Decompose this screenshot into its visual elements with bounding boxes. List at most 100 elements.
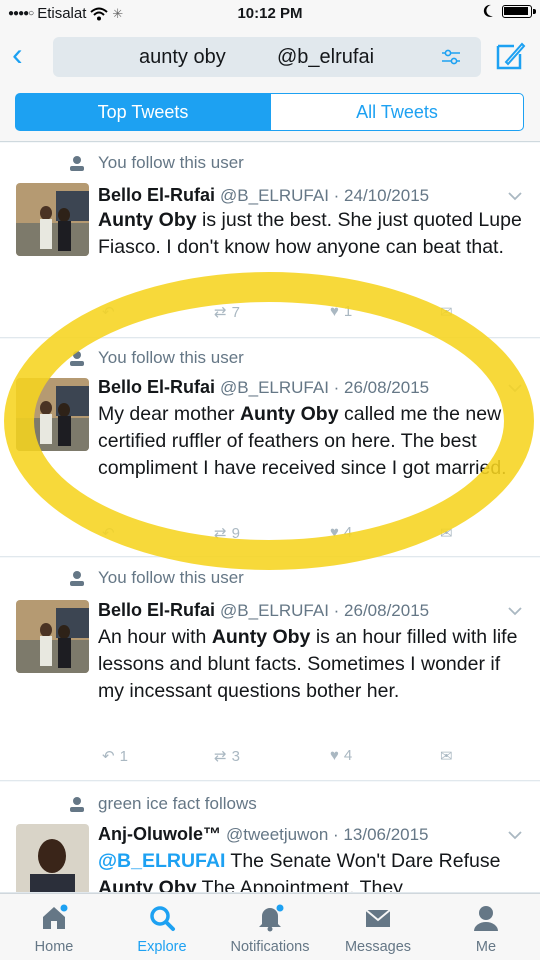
- chevron-down-icon[interactable]: [508, 383, 522, 393]
- retweet-count: 7: [231, 303, 240, 321]
- like-button[interactable]: ♥ 4: [330, 524, 352, 541]
- compose-icon[interactable]: [494, 40, 526, 72]
- tab-top-tweets[interactable]: Top Tweets: [15, 93, 271, 131]
- search-icon: [150, 906, 175, 931]
- social-context: green ice fact follows: [98, 794, 257, 813]
- tweet-actions: ↶ ⇄ 9 ♥ 4 ✉: [98, 524, 478, 546]
- author-name[interactable]: Bello El-Rufai: [98, 185, 215, 205]
- tweet-text: My dear mother Aunty Oby called me the n…: [98, 401, 528, 482]
- person-icon: [70, 571, 84, 586]
- retweet-count: 9: [231, 524, 240, 542]
- reply-icon: ↶: [102, 525, 115, 542]
- tweet-body-start: The Senate Won't Dare Refuse: [225, 850, 501, 872]
- envelope-icon: ✉: [440, 304, 453, 321]
- search-term: Aunty Oby: [98, 209, 197, 231]
- author-name[interactable]: Anj-Oluwole™: [98, 824, 221, 844]
- person-icon: [70, 156, 84, 171]
- message-button[interactable]: ✉: [440, 303, 453, 321]
- search-handle: @b_elrufai: [277, 46, 375, 68]
- search-term: Aunty Oby: [211, 626, 311, 648]
- heart-icon: ♥: [330, 303, 339, 320]
- status-time: 10:12 PM: [237, 5, 303, 22]
- retweet-icon: ⇄: [214, 304, 227, 321]
- author-handle-date: @B_ELRUFAI · 24/10/2015: [220, 186, 430, 205]
- status-bar: ●●●●○ Etisalat ✳ 10:12 PM: [0, 0, 540, 30]
- avatar[interactable]: [16, 600, 89, 673]
- tab-messages-label: Messages: [344, 939, 412, 955]
- tweet-header: Bello El-Rufai @B_ELRUFAI · 26/08/2015: [98, 377, 429, 398]
- tweet-filter-segmented-control: Top Tweets All Tweets: [0, 84, 540, 142]
- tweet-body: The Appointment. They: [196, 877, 403, 893]
- tweet-card[interactable]: You follow this user Bello El-Rufai @B_E…: [0, 558, 540, 781]
- envelope-icon: [365, 909, 391, 927]
- tab-all-tweets[interactable]: All Tweets: [270, 93, 524, 131]
- tweet-card[interactable]: You follow this user Bello El-Rufai @B_E…: [0, 143, 540, 338]
- social-context: You follow this user: [98, 568, 244, 587]
- avatar[interactable]: [16, 824, 89, 892]
- author-handle-date: @B_ELRUFAI · 26/08/2015: [220, 378, 430, 397]
- tweet-text: Aunty Oby is just the best. She just quo…: [98, 207, 528, 261]
- retweet-button[interactable]: ⇄ 3: [214, 747, 240, 766]
- heart-icon: ♥: [330, 747, 339, 764]
- reply-button[interactable]: ↶: [102, 303, 120, 321]
- tweet-header: Bello El-Rufai @B_ELRUFAI · 24/10/2015: [98, 185, 429, 206]
- tweet-body-start: My dear mother: [98, 403, 240, 425]
- battery-icon: [502, 4, 536, 18]
- tweet-text: @B_ELRUFAI The Senate Won't Dare Refuse …: [98, 848, 528, 893]
- tab-explore-label: Explore: [137, 939, 187, 955]
- tab-notifications[interactable]: Notifications: [216, 894, 324, 960]
- retweet-icon: ⇄: [214, 748, 227, 765]
- like-button[interactable]: ♥ 1: [330, 303, 352, 320]
- chevron-down-icon[interactable]: [508, 606, 522, 616]
- chevron-down-icon[interactable]: [508, 830, 522, 840]
- moon-icon: [483, 4, 493, 17]
- author-handle-date: @B_ELRUFAI · 26/08/2015: [220, 601, 430, 620]
- tab-messages[interactable]: Messages: [324, 894, 432, 960]
- tab-notifications-label: Notifications: [230, 939, 310, 955]
- tweet-header: Anj-Oluwole™ @tweetjuwon · 13/06/2015: [98, 824, 429, 845]
- retweet-count: 3: [231, 747, 240, 765]
- social-context: You follow this user: [98, 348, 244, 367]
- filter-icon[interactable]: [441, 49, 461, 65]
- tab-me[interactable]: Me: [432, 894, 540, 960]
- retweet-button[interactable]: ⇄ 7: [214, 303, 240, 322]
- reply-icon: ↶: [102, 304, 115, 321]
- tweet-actions: ↶ 1 ⇄ 3 ♥ 4 ✉: [98, 747, 478, 769]
- tweet-card[interactable]: You follow this user Bello El-Rufai @B_E…: [0, 339, 540, 557]
- chevron-down-icon[interactable]: [508, 191, 522, 201]
- avatar[interactable]: [16, 378, 89, 451]
- profile-icon: [474, 906, 498, 931]
- avatar[interactable]: [16, 183, 89, 256]
- tweet-header: Bello El-Rufai @B_ELRUFAI · 26/08/2015: [98, 600, 429, 621]
- reply-button[interactable]: ↶ 1: [102, 747, 128, 766]
- reply-count: 1: [119, 747, 128, 765]
- back-icon[interactable]: ‹: [12, 38, 23, 70]
- search-term: Aunty Oby: [239, 403, 339, 425]
- person-icon: [70, 351, 84, 366]
- tab-me-label: Me: [475, 939, 497, 955]
- author-name[interactable]: Bello El-Rufai: [98, 377, 215, 397]
- tweet-actions: ↶ ⇄ 7 ♥ 1 ✉: [98, 303, 478, 325]
- person-icon: [70, 797, 84, 812]
- like-button[interactable]: ♥ 4: [330, 747, 352, 764]
- tab-explore[interactable]: Explore: [108, 894, 216, 960]
- retweet-icon: ⇄: [214, 525, 227, 542]
- search-query: aunty oby: [139, 46, 226, 68]
- tweet-card[interactable]: green ice fact follows Anj-Oluwole™ @twe…: [0, 782, 540, 893]
- tab-home-label: Home: [34, 939, 74, 955]
- author-name[interactable]: Bello El-Rufai: [98, 600, 215, 620]
- tweet-text: An hour with Aunty Oby is an hour filled…: [98, 624, 528, 705]
- reply-button[interactable]: ↶: [102, 524, 120, 542]
- like-count: 1: [343, 303, 353, 320]
- social-context: You follow this user: [98, 153, 244, 172]
- tweet-body-start: An hour with: [98, 626, 212, 648]
- retweet-button[interactable]: ⇄ 9: [214, 524, 240, 543]
- message-button[interactable]: ✉: [440, 524, 453, 542]
- author-handle-date: @tweetjuwon · 13/06/2015: [226, 825, 429, 844]
- tab-home[interactable]: Home: [0, 894, 108, 960]
- search-field[interactable]: aunty oby @b_elrufai: [53, 37, 481, 77]
- message-button[interactable]: ✉: [440, 747, 453, 765]
- mention-link[interactable]: @B_ELRUFAI: [98, 850, 225, 872]
- search-header: ‹ aunty oby @b_elrufai: [0, 30, 540, 84]
- bottom-tab-bar: Home Explore Notifications Messages Me: [0, 893, 540, 960]
